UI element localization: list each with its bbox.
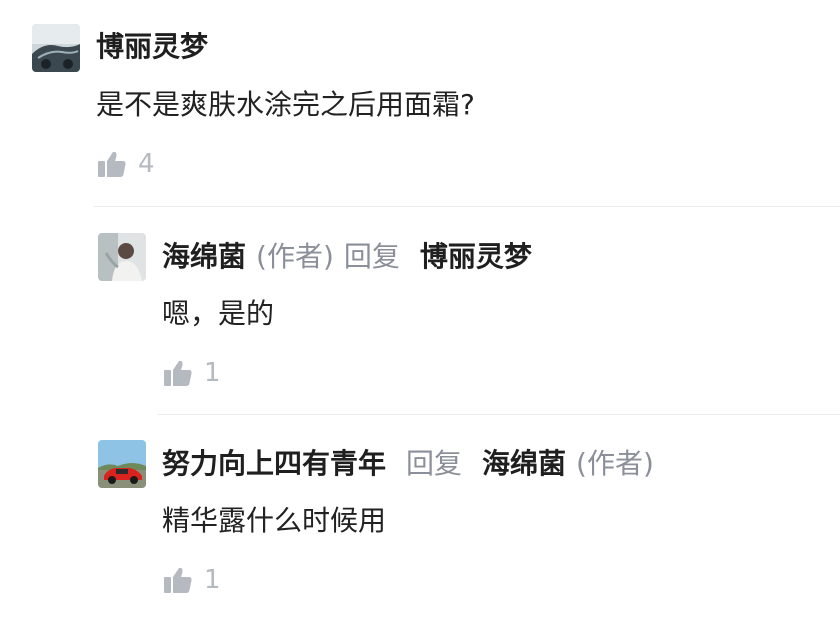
thumbs-up-icon	[164, 360, 192, 386]
reply-author[interactable]: 海绵菌	[162, 240, 246, 273]
reply-target[interactable]: 海绵菌	[482, 447, 566, 480]
author-tag: (作者)	[576, 447, 654, 480]
reply-content: 精华露什么时候用	[162, 504, 387, 537]
comment-content: 是不是爽肤水涂完之后用面霜?	[96, 88, 475, 121]
like-button[interactable]: 4	[98, 150, 155, 178]
reply-target[interactable]: 博丽灵梦	[420, 240, 532, 273]
comment-author[interactable]: 博丽灵梦	[96, 29, 208, 65]
thumbs-up-icon	[164, 567, 192, 593]
thumbs-up-icon	[98, 151, 126, 177]
like-button[interactable]: 1	[164, 359, 221, 387]
avatar-person-photo-icon	[98, 233, 146, 281]
like-count: 4	[138, 149, 155, 179]
like-count: 1	[204, 358, 221, 388]
reply-content: 嗯，是的	[162, 297, 275, 330]
avatar[interactable]	[98, 440, 146, 488]
avatar-red-sports-car-icon	[98, 440, 146, 488]
reply-header: 海绵菌 (作者) 回复 博丽灵梦	[162, 239, 532, 275]
like-count: 1	[204, 565, 221, 595]
reply-label: 回复	[343, 240, 400, 273]
reply-author[interactable]: 努力向上四有青年	[162, 447, 386, 480]
divider	[158, 414, 840, 415]
reply-label: 回复	[406, 447, 463, 480]
reply-header: 努力向上四有青年 回复 海绵菌 (作者)	[162, 446, 654, 482]
avatar[interactable]	[98, 233, 146, 281]
author-tag: (作者)	[256, 240, 334, 273]
like-button[interactable]: 1	[164, 566, 221, 594]
avatar-car-dark-icon	[32, 24, 80, 72]
avatar[interactable]	[32, 24, 80, 72]
divider	[94, 206, 840, 207]
